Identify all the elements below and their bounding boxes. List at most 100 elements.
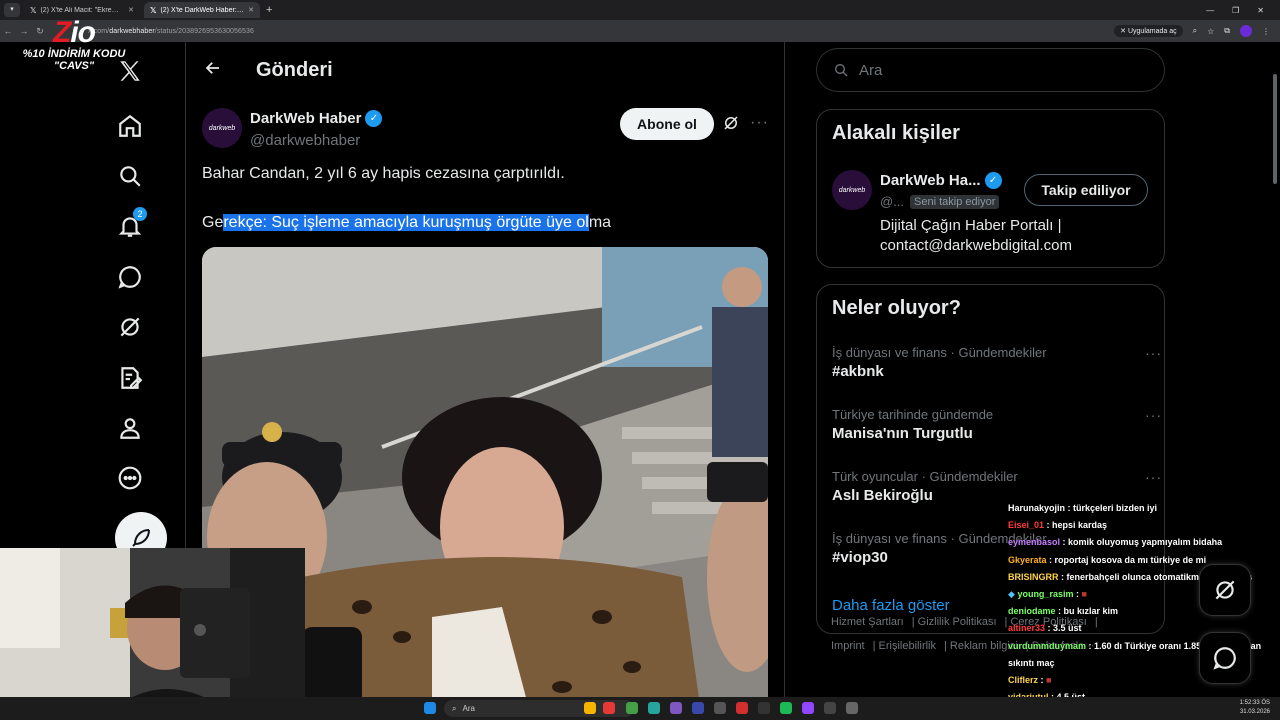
address-actions: ✕ Uygulamada aç ⌕ ☆ ⧉ ⋮ — [1114, 25, 1280, 37]
app-icon[interactable] — [846, 702, 858, 714]
back-icon[interactable]: ← — [0, 26, 16, 36]
search-icon: ⌕ — [452, 703, 457, 713]
x-logo-icon: 𝕏 — [30, 5, 37, 15]
search-icon — [835, 64, 848, 77]
chat-text: bu kızlar kim — [1063, 606, 1119, 617]
new-tab-button[interactable]: + — [266, 4, 272, 16]
close-window-icon[interactable]: ✕ — [1257, 6, 1264, 15]
author-avatar[interactable]: darkweb — [202, 108, 242, 148]
notification-count-badge: 2 — [133, 207, 147, 221]
bookmark-star-icon[interactable]: ☆ — [1207, 27, 1214, 36]
lists-icon[interactable] — [115, 363, 145, 393]
trend-item[interactable]: İş dünyası ve finans · Gündemdekiler #ak… — [832, 345, 1161, 383]
start-icon[interactable] — [424, 702, 436, 714]
promo-logo: Zio — [18, 18, 130, 48]
notifications-bell-icon[interactable]: 2 — [115, 207, 147, 241]
trend-more-icon[interactable]: ··· — [1145, 407, 1162, 423]
chat-username: Cliflerz — [1008, 675, 1039, 686]
chat-text: türkçeleri bizden iyi — [1073, 503, 1158, 513]
chat-username: Harunakyojin — [1008, 503, 1066, 513]
browser-menu-icon[interactable]: ⋮ — [1262, 27, 1270, 36]
chat-username: altiner33 — [1008, 623, 1046, 634]
tab-close-icon[interactable]: ✕ — [128, 6, 134, 14]
chat-username: eymenbasol — [1008, 537, 1061, 548]
post-more-icon[interactable]: ··· — [750, 114, 769, 132]
chat-text: roportaj kosova da mı türkiye de mi — [1054, 554, 1207, 565]
taskbar-search-placeholder: Ara — [462, 704, 475, 713]
verified-badge-icon: ✓ — [984, 172, 1002, 189]
app-icon[interactable] — [736, 702, 748, 714]
trend-name: #akbnk — [832, 363, 884, 380]
tweet-text-selection: rekçe: Suç işleme amacıyla kuruşmuş örgü… — [223, 214, 589, 231]
app-icon[interactable] — [692, 702, 704, 714]
twitch-icon[interactable] — [802, 702, 814, 714]
related-handle[interactable]: @... — [880, 194, 904, 209]
webcam-image — [0, 548, 305, 720]
tab-menu-button[interactable]: ▾ — [4, 3, 20, 17]
author-name[interactable]: DarkWeb Haber — [250, 110, 361, 127]
app-icon[interactable] — [758, 702, 770, 714]
trend-item[interactable]: Türkiye tarihinde gündemde Manisa'nın Tu… — [832, 407, 1161, 445]
trend-more-icon[interactable]: ··· — [1145, 345, 1162, 361]
footer-link[interactable]: Erişilebilirlik — [879, 640, 936, 652]
subscribe-button[interactable]: Abone ol — [620, 108, 714, 140]
messages-floating-button[interactable] — [1199, 632, 1251, 684]
trend-category: Türk oyuncular · Gündemdekiler — [832, 469, 1018, 484]
tweet-text-line-2: Gerekçe: Suç işleme amacıyla kuruşmuş ör… — [202, 213, 768, 233]
back-arrow-icon[interactable] — [204, 59, 222, 82]
discord-icon[interactable] — [670, 702, 682, 714]
profile-avatar[interactable] — [1240, 25, 1252, 37]
maximize-icon[interactable]: ❐ — [1232, 6, 1239, 15]
trend-category: Türkiye tarihinde gündemde — [832, 407, 994, 422]
author-handle[interactable]: @darkwebhaber — [250, 132, 360, 149]
chat-badge-icon: ◆ — [1008, 589, 1015, 600]
author-name-row[interactable]: DarkWeb Haber ✓ — [250, 110, 383, 127]
following-button[interactable]: Takip ediliyor — [1024, 174, 1148, 206]
footer-link[interactable]: Imprint — [831, 640, 865, 652]
extensions-icon[interactable]: ⧉ — [1224, 26, 1230, 36]
messages-icon[interactable] — [115, 262, 145, 292]
promo-code-text: "CAVS" — [53, 60, 95, 72]
chat-text: 3.5 üst — [1053, 623, 1082, 634]
search-input[interactable]: Ara — [816, 48, 1165, 92]
stream-promo-overlay: Zio %10 İNDİRİM KODU "CAVS" — [18, 18, 130, 73]
chat-emote-icon: ■ — [1046, 675, 1052, 686]
edge-icon[interactable] — [648, 702, 660, 714]
minimize-icon[interactable]: — — [1206, 6, 1214, 15]
trend-category: İş dünyası ve finans · Gündemdekiler — [832, 345, 1047, 360]
open-in-app-button[interactable]: ✕ Uygulamada aç — [1114, 25, 1183, 37]
spotify-icon[interactable] — [780, 702, 792, 714]
chat-username: vurdummduymam — [1008, 640, 1087, 651]
browser-tab-2[interactable]: 𝕏 (2) X'te DarkWeb Haber: "Bahar ✕ — [144, 2, 260, 18]
footer-link[interactable]: Gizlilik Politikası — [918, 616, 997, 628]
chat-username: BRISINGRR — [1008, 571, 1059, 582]
home-icon[interactable] — [115, 111, 145, 141]
chrome-icon[interactable] — [603, 702, 615, 714]
feather-icon — [132, 529, 150, 547]
chat-text-continuation: sıkıntı maç — [1008, 657, 1055, 668]
footer-link[interactable]: Hizmet Şartları — [831, 616, 904, 628]
column-divider-right — [784, 42, 785, 720]
trend-more-icon[interactable]: ··· — [1145, 469, 1162, 485]
explorer-icon[interactable] — [584, 702, 596, 714]
app-icon[interactable] — [626, 702, 638, 714]
address-bar: ← → ↻ x.com/darkwebhaber/status/20389269… — [0, 20, 1280, 42]
profile-icon[interactable] — [115, 413, 145, 443]
scrollbar-thumb[interactable] — [1273, 74, 1277, 184]
zoom-icon[interactable]: ⌕ — [1193, 26, 1197, 36]
chat-message: eymenbasol : komik oluyomuş yapmıyalım b… — [1008, 537, 1223, 548]
related-name-row[interactable]: DarkWeb Ha... ✓ — [880, 172, 1002, 189]
related-avatar[interactable]: darkweb — [832, 170, 872, 210]
system-tray-clock[interactable]: 1:52:33 ÖS 31.03.2026 — [1240, 699, 1270, 717]
related-name[interactable]: DarkWeb Ha... — [880, 172, 981, 189]
explore-search-icon[interactable] — [115, 161, 145, 191]
related-people-title: Alakalı kişiler — [832, 122, 960, 144]
grok-floating-button[interactable] — [1199, 564, 1251, 616]
app-icon[interactable] — [714, 702, 726, 714]
more-options-icon[interactable] — [115, 463, 145, 493]
tweet-text-part: Ge — [202, 214, 224, 231]
app-icon[interactable] — [824, 702, 836, 714]
tab-close-icon[interactable]: ✕ — [248, 6, 254, 14]
grok-icon[interactable] — [115, 312, 145, 342]
grok-explain-icon[interactable] — [722, 114, 740, 137]
